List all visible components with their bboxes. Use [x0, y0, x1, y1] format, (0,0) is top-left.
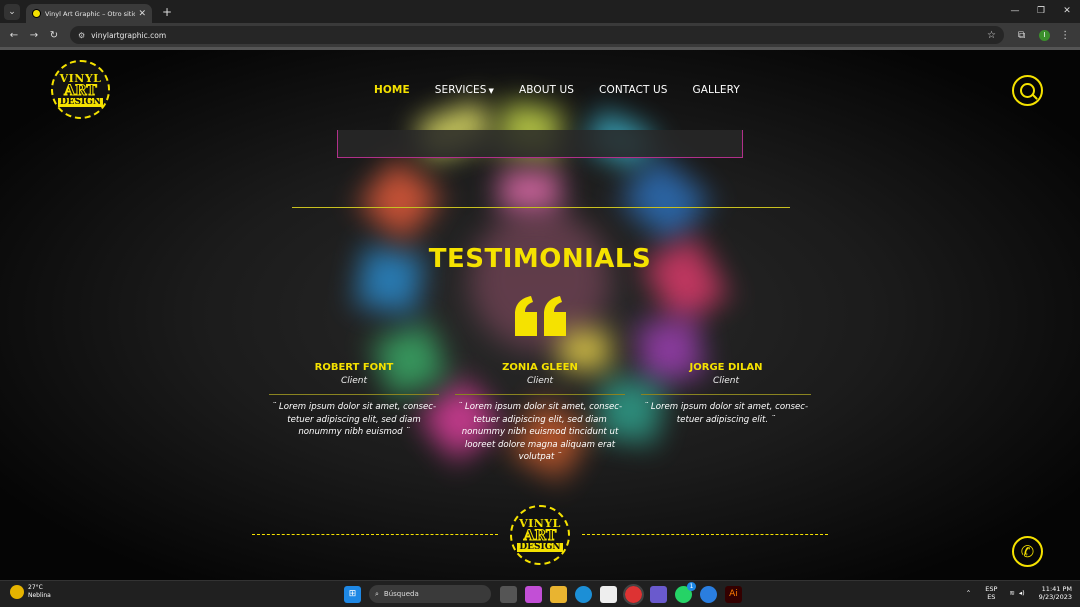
testimonial-text: ¨ Lorem ipsum dolor sit amet, consec-tet… [643, 402, 809, 425]
testimonial-text: ¨ Lorem ipsum dolor sit amet, consec-tet… [271, 402, 437, 437]
bookmark-star-icon[interactable]: ☆ [987, 30, 996, 41]
volume-icon[interactable]: ◂) [1019, 589, 1025, 597]
testimonial-card: ZONIA GLEEN Client ¨ Lorem ipsum dolor s… [455, 362, 625, 464]
tab-search-button[interactable]: ⌄ [4, 3, 20, 20]
main-nav: HOME SERVICES ▼ ABOUT US CONTACT US GALLE… [374, 84, 765, 96]
testimonial-divider [455, 394, 625, 395]
app-icon[interactable] [700, 585, 717, 603]
store-icon[interactable] [600, 585, 617, 603]
taskbar-search-placeholder: Búsqueda [383, 590, 419, 598]
vpn-icon[interactable] [650, 585, 667, 603]
window-controls: — ❐ ✕ [1002, 0, 1080, 23]
omnibox[interactable]: ⚙ vinylartgraphic.com ☆ [70, 26, 1004, 44]
chevron-down-icon: ▼ [488, 87, 494, 95]
illustrator-icon[interactable]: Ai [725, 585, 742, 603]
nav-about-us[interactable]: ABOUT US [519, 84, 574, 96]
close-window-icon[interactable]: ✕ [1054, 0, 1080, 23]
content-box [337, 130, 743, 158]
reload-icon[interactable]: ↻ [44, 30, 64, 41]
copilot-icon[interactable] [525, 585, 542, 603]
file-explorer-icon[interactable] [550, 585, 567, 603]
extensions-icon[interactable]: ⧉ [1018, 30, 1025, 41]
testimonial-card: JORGE DILAN Client ¨ Lorem ipsum dolor s… [641, 362, 811, 426]
chevron-up-icon[interactable]: ⌃ [966, 589, 971, 597]
quote-icon [515, 296, 566, 336]
nav-gallery[interactable]: GALLERY [693, 84, 740, 96]
whatsapp-icon[interactable]: 1 [675, 581, 696, 603]
footer-dashed-line-left [252, 534, 498, 535]
footer-dashed-line-right [582, 534, 828, 535]
windows-start-icon[interactable]: ⊞ [344, 585, 361, 603]
whatsapp-float-icon[interactable]: ✆ [1012, 536, 1043, 567]
taskbar: 27°C Neblina ⊞ ⌕ Búsqueda 1 Ai ⌃ ESP ES … [0, 580, 1080, 607]
task-view-icon[interactable] [500, 585, 517, 603]
taskbar-apps: ⊞ ⌕ Búsqueda 1 Ai [344, 581, 750, 605]
taskbar-search[interactable]: ⌕ Búsqueda [369, 585, 491, 603]
edge-icon[interactable] [575, 585, 592, 603]
chrome-icon[interactable] [623, 583, 644, 605]
testimonial-divider [269, 394, 439, 395]
weather-temp: 27°C [28, 584, 43, 591]
testimonial-role: Client [340, 376, 368, 386]
testimonial-name: ROBERT FONT [314, 362, 394, 373]
section-divider [292, 207, 790, 208]
tab-title: Vinyl Art Graphic – Otro sitio r [45, 9, 136, 18]
site-favicon-icon [32, 9, 41, 18]
testimonial-role: Client [526, 376, 554, 386]
new-tab-button[interactable]: + [162, 5, 172, 19]
nav-services[interactable]: SERVICES ▼ [435, 84, 494, 96]
system-tray: ⌃ ESP ES ≋ ◂) 11:41 PM 9/23/2023 [966, 585, 1072, 601]
search-icon: ⌕ [375, 589, 379, 598]
site-info-icon[interactable]: ⚙ [78, 31, 85, 40]
clock[interactable]: 11:41 PM 9/23/2023 [1039, 585, 1072, 601]
back-arrow-icon[interactable]: ← [4, 30, 24, 41]
testimonial-name: JORGE DILAN [689, 362, 763, 373]
browser-menu-icon[interactable]: ⋮ [1060, 30, 1070, 41]
testimonial-name: ZONIA GLEEN [502, 362, 578, 373]
profile-avatar[interactable]: I [1039, 29, 1051, 41]
forward-arrow-icon[interactable]: → [24, 30, 44, 41]
search-icon[interactable] [1012, 75, 1043, 106]
nav-home[interactable]: HOME [374, 84, 410, 96]
url-text[interactable]: vinylartgraphic.com [91, 31, 987, 40]
weather-desc: Neblina [28, 592, 51, 599]
nav-contact-us[interactable]: CONTACT US [599, 84, 667, 96]
weather-widget[interactable]: 27°C Neblina [10, 584, 51, 600]
minimize-icon[interactable]: — [1002, 0, 1028, 23]
testimonial-role: Client [712, 376, 740, 386]
language-indicator[interactable]: ESP ES [985, 585, 997, 601]
close-tab-icon[interactable]: ✕ [138, 9, 146, 19]
section-title: TESTIMONIALS [428, 244, 652, 274]
site-logo[interactable]: VINYL ART DESIGN [51, 60, 110, 119]
address-bar-row: ← → ↻ ⚙ vinylartgraphic.com ☆ ⧉ I ⋮ [0, 23, 1080, 47]
browser-tab[interactable]: Vinyl Art Graphic – Otro sitio r ✕ [26, 4, 152, 23]
testimonial-text: ¨ Lorem ipsum dolor sit amet, consec-tet… [457, 402, 623, 462]
notification-badge: 1 [687, 581, 696, 591]
web-page: VINYL ART DESIGN HOME SERVICES ▼ ABOUT US… [0, 50, 1080, 580]
testimonial-divider [641, 394, 811, 395]
restore-icon[interactable]: ❐ [1028, 0, 1054, 23]
weather-icon [10, 585, 24, 599]
wifi-icon[interactable]: ≋ [1009, 589, 1014, 597]
footer-logo[interactable]: VINYL ART DESIGN [510, 505, 570, 565]
testimonial-card: ROBERT FONT Client ¨ Lorem ipsum dolor s… [269, 362, 439, 439]
tab-bar: ⌄ Vinyl Art Graphic – Otro sitio r ✕ + —… [0, 0, 1080, 23]
